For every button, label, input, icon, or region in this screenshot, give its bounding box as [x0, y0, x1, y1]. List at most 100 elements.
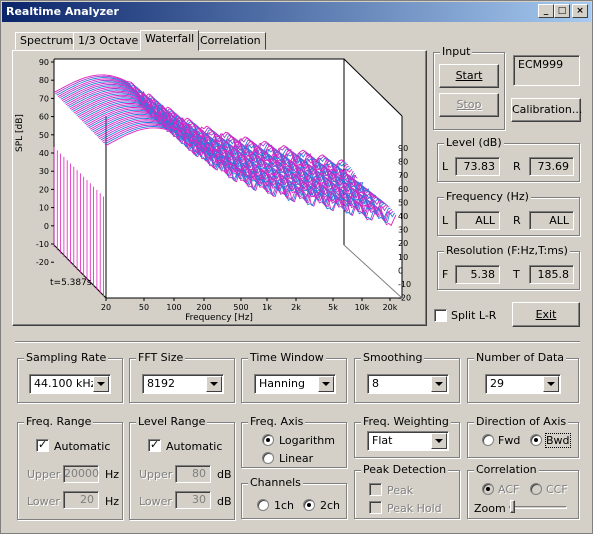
level-l-label: L — [442, 160, 449, 173]
right-tick-label: 40 — [398, 212, 408, 221]
smoothing-label: Smoothing — [361, 351, 425, 364]
frequency-l-value: ALL — [455, 211, 500, 230]
x-tick-label: 20 — [101, 303, 111, 312]
right-tick-label: 0 — [398, 266, 403, 275]
x-tick-label: 100 — [166, 303, 181, 312]
freq-range-auto-label: Automatic — [54, 440, 111, 453]
logarithm-radio[interactable] — [262, 434, 274, 446]
resolution-f-value: 5.38 — [455, 265, 500, 284]
level-range-lower-label: Lower — [139, 495, 172, 508]
ccf-radio[interactable] — [530, 483, 542, 495]
freq-weighting-select[interactable]: Flat — [367, 431, 449, 451]
right-tick-label: 30 — [398, 226, 408, 235]
fwd-label: Fwd — [498, 434, 521, 447]
frequency-r-label: R — [513, 214, 521, 227]
level-range-label: Level Range — [136, 415, 208, 428]
freq-range-lower-label: Lower — [27, 495, 60, 508]
2ch-label: 2ch — [320, 499, 341, 512]
sampling-rate-select[interactable]: 44.100 kHz — [29, 374, 111, 394]
tab-correlation[interactable]: Correlation — [195, 32, 266, 50]
split-lr-checkbox[interactable] — [434, 309, 447, 322]
time-window-select[interactable]: Hanning — [254, 374, 336, 394]
level-range-upper-unit: dB — [217, 468, 232, 481]
left-tick-label: 90 — [39, 58, 49, 67]
2ch-radio[interactable] — [303, 499, 315, 511]
freq-range-upper-label: Upper — [27, 468, 61, 481]
right-tick-label: 20 — [398, 239, 408, 248]
level-r-label: R — [513, 160, 521, 173]
sampling-rate-value: 44.100 kHz — [34, 377, 97, 390]
title-bar: Realtime Analyzer — [2, 2, 591, 22]
maximize-button[interactable]: □ — [554, 4, 570, 18]
bwd-radio[interactable] — [530, 434, 542, 446]
y-axis-label: SPL [dB] — [15, 114, 25, 152]
left-tick-label: 70 — [39, 94, 49, 103]
x-tick-label: 200 — [196, 303, 211, 312]
start-button[interactable]: Start — [439, 64, 499, 88]
level-range-upper-label: Upper — [139, 468, 173, 481]
channels-label: Channels — [248, 476, 303, 489]
stop-button[interactable]: Stop — [439, 93, 499, 117]
calibration-button[interactable]: Calibration... — [511, 98, 583, 122]
tab-third-octave[interactable]: 1/3 Octave — [73, 32, 144, 50]
freq-range-auto-checkbox[interactable] — [36, 438, 49, 452]
frequency-l-label: L — [442, 214, 449, 227]
time-label: t=5.387s — [50, 278, 92, 288]
device-name: ECM999 — [518, 58, 564, 71]
number-of-data-select[interactable]: 29 — [485, 374, 561, 394]
fft-size-select[interactable]: 8192 — [142, 374, 224, 394]
chevron-down-icon[interactable] — [318, 376, 334, 392]
chevron-down-icon[interactable] — [543, 376, 559, 392]
stop-label: Stop — [456, 98, 482, 111]
tab-waterfall[interactable]: Waterfall — [140, 30, 200, 51]
freq-weighting-value: Flat — [372, 434, 393, 447]
x-axis-label: Frequency [Hz] — [185, 313, 253, 323]
x-tick-label: 50 — [139, 303, 149, 312]
freq-range-label: Freq. Range — [24, 415, 94, 428]
zoom-slider-track[interactable] — [509, 506, 567, 509]
left-tick-label: 80 — [39, 76, 49, 85]
right-tick-label: 90 — [398, 144, 408, 153]
level-range-lower-input[interactable]: 30 — [175, 491, 211, 509]
close-button[interactable]: × — [572, 4, 588, 18]
level-label: Level (dB) — [444, 136, 504, 149]
calibration-label: Calibration... — [512, 103, 583, 116]
fwd-radio[interactable] — [482, 434, 494, 446]
frequency-label: Frequency (Hz) — [444, 190, 531, 203]
peak-hold-checkbox[interactable] — [369, 501, 382, 514]
x-tick-label: 1k — [262, 303, 272, 312]
level-range-upper-input[interactable]: 80 — [175, 465, 211, 483]
peak-checkbox[interactable] — [369, 483, 382, 496]
chevron-down-icon[interactable] — [431, 433, 447, 449]
level-range-lower-unit: dB — [217, 495, 232, 508]
acf-radio[interactable] — [482, 483, 494, 495]
right-tick-label: 60 — [398, 185, 408, 194]
left-tick-label: 10 — [39, 204, 49, 213]
right-tick-label: 10 — [398, 253, 408, 262]
exit-button[interactable]: Exit — [512, 302, 580, 327]
linear-radio[interactable] — [262, 452, 274, 464]
1ch-radio[interactable] — [257, 499, 269, 511]
right-tick-label: 70 — [398, 171, 408, 180]
x-tick-label: 10k — [355, 303, 370, 312]
level-l-value: 73.83 — [455, 157, 500, 176]
number-of-data-value: 29 — [490, 377, 504, 390]
acf-label: ACF — [498, 483, 520, 496]
frequency-r-value: ALL — [529, 211, 574, 230]
split-lr-label: Split L-R — [451, 309, 497, 322]
peak-label: Peak — [387, 484, 414, 497]
chevron-down-icon[interactable] — [431, 376, 447, 392]
zoom-slider-thumb[interactable] — [510, 500, 515, 513]
smoothing-select[interactable]: 8 — [367, 374, 449, 394]
left-tick-label: -10 — [36, 240, 49, 249]
freq-range-lower-input[interactable]: 20 — [63, 491, 99, 509]
level-r-value: 73.69 — [529, 157, 574, 176]
chevron-down-icon[interactable] — [93, 376, 109, 392]
left-tick-label: 20 — [39, 185, 49, 194]
chevron-down-icon[interactable] — [206, 376, 222, 392]
minimize-button[interactable]: _ — [538, 4, 554, 18]
tab-spectrum[interactable]: Spectrum — [15, 32, 79, 50]
level-range-auto-checkbox[interactable] — [148, 438, 161, 452]
freq-range-upper-input[interactable]: 20000 — [63, 465, 99, 483]
resolution-label: Resolution (F:Hz,T:ms) — [444, 244, 570, 257]
